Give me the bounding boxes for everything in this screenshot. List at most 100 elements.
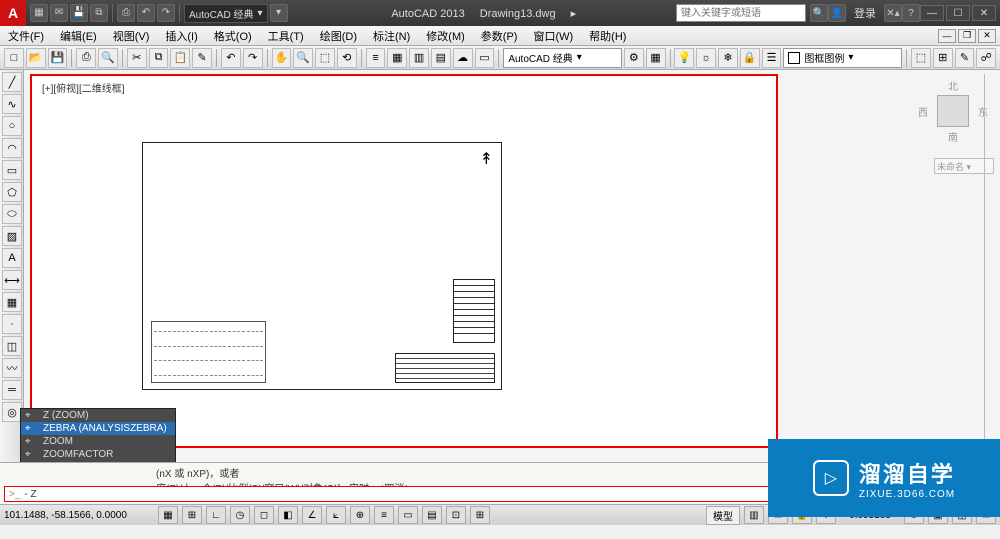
draw-mline-icon[interactable]: ═ xyxy=(2,380,22,400)
search-button-icon[interactable]: 🔍 xyxy=(810,4,828,22)
tool-layerlock-icon[interactable]: 🔒 xyxy=(740,48,760,68)
draw-arc-icon[interactable]: ◠ xyxy=(2,138,22,158)
tool-block-icon[interactable]: ⬚ xyxy=(911,48,931,68)
menu-item[interactable]: 工具(T) xyxy=(260,26,312,46)
workspace-dropdown-2[interactable]: AutoCAD 经典▾ xyxy=(503,48,622,68)
tool-layeroff-icon[interactable]: ☼ xyxy=(696,48,716,68)
tool-zoomprev-icon[interactable]: ⟲ xyxy=(337,48,357,68)
viewcube-west[interactable]: 西 xyxy=(918,104,928,119)
draw-donut-icon[interactable]: ◎ xyxy=(2,402,22,422)
tool-edit-icon[interactable]: ✎ xyxy=(955,48,975,68)
qp-toggle[interactable]: ▤ xyxy=(422,506,442,524)
menu-item[interactable]: 参数(P) xyxy=(473,26,526,46)
minimize-button[interactable]: — xyxy=(920,5,944,21)
qat-saveas-icon[interactable]: ⧉ xyxy=(90,4,108,22)
menu-item[interactable]: 修改(M) xyxy=(418,26,473,46)
menu-item[interactable]: 文件(F) xyxy=(0,26,52,46)
autocomplete-item[interactable]: ⌖ZOOMFACTOR xyxy=(21,448,175,461)
mdi-minimize[interactable]: — xyxy=(938,29,956,43)
tool-quickcalc-icon[interactable]: ▭ xyxy=(475,48,495,68)
drawing-area[interactable]: [+][俯视][二维线框] ↟ 北 西 xyxy=(24,70,1000,462)
sc-toggle[interactable]: ⊡ xyxy=(446,506,466,524)
workspace-dropdown[interactable]: AutoCAD 经典 ▾ xyxy=(184,4,268,23)
menu-item[interactable]: 格式(O) xyxy=(206,26,260,46)
tool-designcenter-icon[interactable]: ▦ xyxy=(387,48,407,68)
right-scrollbar[interactable] xyxy=(984,74,998,448)
close-button[interactable]: ✕ xyxy=(972,5,996,21)
tool-redo-icon[interactable]: ↷ xyxy=(243,48,263,68)
app-icon[interactable]: A xyxy=(0,0,26,26)
model-tab[interactable]: 模型 xyxy=(706,506,740,525)
help-icon[interactable]: ? xyxy=(902,4,920,22)
mdi-restore[interactable]: ❐ xyxy=(958,29,976,43)
osnap-toggle[interactable]: ◻ xyxy=(254,506,274,524)
tool-layeriso-icon[interactable]: 💡 xyxy=(674,48,694,68)
ducs-toggle[interactable]: ⟀ xyxy=(326,506,346,524)
snap-toggle[interactable]: ▦ xyxy=(158,506,178,524)
draw-spline-icon[interactable]: 〰 xyxy=(2,358,22,378)
draw-region-icon[interactable]: ◫ xyxy=(2,336,22,356)
lwt-toggle[interactable]: ≡ xyxy=(374,506,394,524)
tool-sheetset-icon[interactable]: ▤ xyxy=(431,48,451,68)
otrack-toggle[interactable]: ∠ xyxy=(302,506,322,524)
tool-plot-icon[interactable]: ⎙ xyxy=(76,48,96,68)
maximize-button[interactable]: ☐ xyxy=(946,5,970,21)
draw-text-icon[interactable]: A xyxy=(2,248,22,268)
tool-xref-icon[interactable]: ☍ xyxy=(976,48,996,68)
user-icon[interactable]: 👤 xyxy=(828,4,846,22)
qat-undo-icon[interactable]: ↶ xyxy=(137,4,155,22)
view-cube[interactable]: 北 西 东 南 xyxy=(918,78,988,144)
tool-layerfreeze-icon[interactable]: ❄ xyxy=(718,48,738,68)
ortho-toggle[interactable]: ∟ xyxy=(206,506,226,524)
tool-toolpalettes-icon[interactable]: ▥ xyxy=(409,48,429,68)
draw-table-icon[interactable]: ▦ xyxy=(2,292,22,312)
menu-item[interactable]: 视图(V) xyxy=(105,26,158,46)
qat-more-icon[interactable]: ▾ xyxy=(270,4,288,22)
draw-pline-icon[interactable]: ∿ xyxy=(2,94,22,114)
tool-match-icon[interactable]: ✎ xyxy=(192,48,212,68)
tool-paste-icon[interactable]: 📋 xyxy=(170,48,190,68)
command-input-text[interactable]: - Z xyxy=(24,489,36,500)
autocomplete-item[interactable]: ⌖Z (ZOOM) xyxy=(21,409,175,422)
tool-ws-custom-icon[interactable]: ▦ xyxy=(646,48,666,68)
layer-dropdown[interactable]: 图框图例 ▾ xyxy=(783,48,902,68)
qat-new-icon[interactable]: ▦ xyxy=(30,4,48,22)
tool-undo-icon[interactable]: ↶ xyxy=(221,48,241,68)
tool-copy-icon[interactable]: ⧉ xyxy=(149,48,169,68)
tool-ws-settings-icon[interactable]: ⚙ xyxy=(624,48,644,68)
grid-toggle[interactable]: ⊞ xyxy=(182,506,202,524)
menu-item[interactable]: 窗口(W) xyxy=(525,26,581,46)
draw-point-icon[interactable]: · xyxy=(2,314,22,334)
tool-insert-icon[interactable]: ⊞ xyxy=(933,48,953,68)
draw-dim-icon[interactable]: ⟷ xyxy=(2,270,22,290)
viewcube-north[interactable]: 北 xyxy=(918,78,988,93)
tool-properties-icon[interactable]: ≡ xyxy=(366,48,386,68)
qat-open-icon[interactable]: ✉ xyxy=(50,4,68,22)
menu-item[interactable]: 帮助(H) xyxy=(581,26,634,46)
draw-rect-icon[interactable]: ▭ xyxy=(2,160,22,180)
menu-item[interactable]: 插入(I) xyxy=(157,26,205,46)
tool-new-icon[interactable]: □ xyxy=(4,48,24,68)
tool-open-icon[interactable]: 📂 xyxy=(26,48,46,68)
draw-circle-icon[interactable]: ○ xyxy=(2,116,22,136)
tool-cut-icon[interactable]: ✂ xyxy=(127,48,147,68)
menu-item[interactable]: 编辑(E) xyxy=(52,26,105,46)
qat-plot-icon[interactable]: ⎙ xyxy=(117,4,135,22)
tool-preview-icon[interactable]: 🔍 xyxy=(98,48,118,68)
am-toggle[interactable]: ⊞ xyxy=(470,506,490,524)
tool-zoom-icon[interactable]: 🔍 xyxy=(293,48,313,68)
mdi-close[interactable]: ✕ xyxy=(978,29,996,43)
layout-quick-icon[interactable]: ▥ xyxy=(744,506,764,524)
autocomplete-item[interactable]: ⌖ZOOM xyxy=(21,435,175,448)
coordinates[interactable]: 101.1488, -58.1566, 0.0000 xyxy=(4,510,154,521)
login-link[interactable]: 登录 xyxy=(854,5,876,21)
dyn-toggle[interactable]: ⊕ xyxy=(350,506,370,524)
tool-save-icon[interactable]: 💾 xyxy=(48,48,68,68)
menu-item[interactable]: 绘图(D) xyxy=(312,26,365,46)
draw-line-icon[interactable]: ╱ xyxy=(2,72,22,92)
tool-layerstate-icon[interactable]: ☰ xyxy=(762,48,782,68)
tool-zoomwin-icon[interactable]: ⬚ xyxy=(315,48,335,68)
tool-markup-icon[interactable]: ☁ xyxy=(453,48,473,68)
viewcube-south[interactable]: 南 xyxy=(918,129,988,144)
tpy-toggle[interactable]: ▭ xyxy=(398,506,418,524)
